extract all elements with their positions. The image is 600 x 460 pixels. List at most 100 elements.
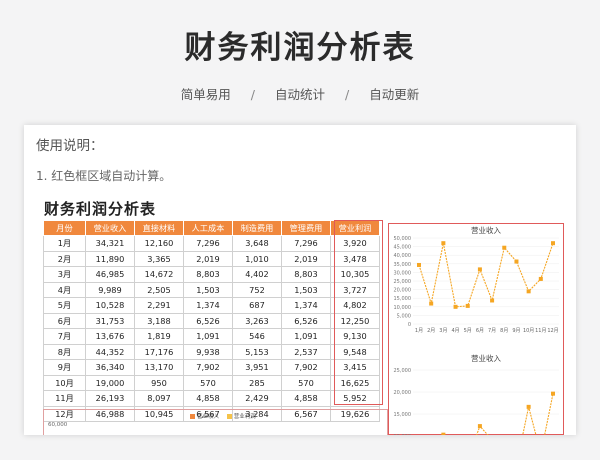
value-cell[interactable]: 10,528	[85, 297, 135, 314]
value-cell[interactable]: 9,989	[85, 281, 135, 298]
month-cell[interactable]: 5月	[43, 297, 86, 314]
y-tick-label: 20,000	[394, 390, 412, 396]
y-tick-label: 50,000	[394, 236, 412, 242]
value-cell[interactable]: 17,176	[134, 343, 184, 360]
value-cell[interactable]: 44,352	[85, 343, 135, 360]
x-tick-label: 4月	[451, 328, 459, 334]
value-cell[interactable]: 8,803	[281, 266, 331, 283]
month-cell[interactable]: 9月	[43, 359, 86, 376]
month-cell[interactable]: 11月	[43, 390, 86, 407]
value-cell[interactable]: 1,374	[183, 297, 233, 314]
value-cell[interactable]: 570	[183, 374, 233, 391]
value-cell[interactable]: 36,340	[85, 359, 135, 376]
value-cell[interactable]: 3,263	[232, 312, 282, 329]
y-tick-label: 5,000	[397, 313, 411, 319]
value-cell[interactable]: 34,321	[85, 235, 135, 252]
value-cell[interactable]: 2,429	[232, 390, 282, 407]
value-cell[interactable]: 752	[232, 281, 282, 298]
value-cell[interactable]: 2,537	[281, 343, 331, 360]
value-cell[interactable]: 687	[232, 297, 282, 314]
data-point	[551, 241, 555, 246]
month-cell[interactable]: 10月	[43, 374, 86, 391]
month-cell[interactable]: 1月	[43, 235, 86, 252]
value-cell[interactable]: 285	[232, 374, 282, 391]
hero-banner: 财务利润分析表 简单易用 / 自动统计 / 自动更新	[0, 0, 600, 125]
value-cell[interactable]: 2,291	[134, 297, 184, 314]
legend-profit: 营业利润	[233, 414, 256, 420]
month-cell[interactable]: 6月	[43, 312, 86, 329]
value-cell[interactable]: 570	[281, 374, 331, 391]
value-cell[interactable]: 2,019	[183, 250, 233, 267]
value-cell[interactable]: 3,415	[330, 359, 380, 376]
value-cell[interactable]: 8,097	[134, 390, 184, 407]
value-cell[interactable]: 9,938	[183, 343, 233, 360]
value-cell[interactable]: 4,802	[330, 297, 380, 314]
value-cell[interactable]: 3,951	[232, 359, 282, 376]
value-cell[interactable]: 3,188	[134, 312, 184, 329]
value-cell[interactable]: 3,478	[330, 250, 380, 267]
header-profit: 营业利润	[330, 220, 380, 236]
value-cell[interactable]: 14,672	[134, 266, 184, 283]
month-cell[interactable]: 3月	[43, 266, 86, 283]
value-cell[interactable]: 10,305	[330, 266, 380, 283]
value-cell[interactable]: 1,819	[134, 328, 184, 345]
value-cell[interactable]: 9,548	[330, 343, 380, 360]
table-row: 6月 31,753 3,188 6,526 3,263 6,526 12,250	[43, 312, 380, 329]
value-cell[interactable]: 13,170	[134, 359, 184, 376]
value-cell[interactable]: 950	[134, 374, 184, 391]
value-cell[interactable]: 1,091	[281, 328, 331, 345]
value-cell[interactable]: 8,803	[183, 266, 233, 283]
value-cell[interactable]: 3,648	[232, 235, 282, 252]
value-cell[interactable]: 2,019	[281, 250, 331, 267]
month-cell[interactable]: 8月	[43, 343, 86, 360]
month-cell[interactable]: 7月	[43, 328, 86, 345]
value-cell[interactable]: 1,374	[281, 297, 331, 314]
chart-legend: 营业收入 营业利润	[184, 412, 256, 420]
value-cell[interactable]: 9,130	[330, 328, 380, 345]
value-cell[interactable]: 11,890	[85, 250, 135, 267]
value-cell[interactable]: 3,727	[330, 281, 380, 298]
y-tick-label: 10,000	[394, 305, 412, 311]
value-cell[interactable]: 2,505	[134, 281, 184, 298]
value-cell[interactable]: 5,153	[232, 343, 282, 360]
value-cell[interactable]: 3,365	[134, 250, 184, 267]
month-cell[interactable]: 4月	[43, 281, 86, 298]
legend-revenue: 营业收入	[197, 414, 220, 420]
value-cell[interactable]: 546	[232, 328, 282, 345]
value-cell[interactable]: 7,296	[183, 235, 233, 252]
value-cell[interactable]: 4,858	[281, 390, 331, 407]
value-cell[interactable]: 6,526	[183, 312, 233, 329]
table-row: 3月 46,985 14,672 8,803 4,402 8,803 10,305	[43, 266, 380, 283]
value-cell[interactable]: 12,160	[134, 235, 184, 252]
value-cell[interactable]: 6,526	[281, 312, 331, 329]
data-point	[441, 241, 446, 246]
value-cell[interactable]: 4,402	[232, 266, 282, 283]
value-cell[interactable]: 4,858	[183, 390, 233, 407]
value-cell[interactable]: 3,920	[330, 235, 380, 252]
value-cell[interactable]: 7,296	[281, 235, 331, 252]
value-cell[interactable]: 1,503	[281, 281, 331, 298]
value-cell[interactable]: 46,985	[85, 266, 135, 283]
value-cell[interactable]: 5,952	[330, 390, 380, 407]
value-cell[interactable]: 1,503	[183, 281, 233, 298]
header-revenue: 营业收入	[85, 220, 135, 236]
auto-charts-frame: 营业收入 0 5,000 10,000 15,000 20,000 25,000 30,000…	[388, 223, 564, 435]
value-cell[interactable]: 1,091	[183, 328, 233, 345]
table-header-row: 月份 营业收入 直接材料 人工成本 制造费用 管理费用 营业利润	[43, 220, 380, 236]
value-cell[interactable]: 13,676	[85, 328, 135, 345]
month-cell[interactable]: 2月	[43, 250, 86, 267]
bar-chart-preview: 营业收入 营业利润 60,000	[43, 409, 388, 435]
value-cell[interactable]: 12,250	[330, 312, 380, 329]
value-cell[interactable]: 26,193	[85, 390, 135, 407]
value-cell[interactable]: 19,000	[85, 374, 135, 391]
table-row: 5月 10,528 2,291 1,374 687 1,374 4,802	[43, 297, 380, 314]
taglines: 简单易用 / 自动统计 / 自动更新	[0, 84, 600, 103]
value-cell[interactable]: 31,753	[85, 312, 135, 329]
tagline-stats: 自动统计	[274, 87, 325, 102]
value-cell[interactable]: 7,902	[281, 359, 331, 376]
line-charts: 营业收入 0 5,000 10,000 15,000 20,000 25,000 30,000…	[394, 225, 559, 435]
value-cell[interactable]: 1,010	[232, 250, 282, 267]
value-cell[interactable]: 16,625	[330, 374, 380, 391]
data-point	[514, 259, 519, 264]
value-cell[interactable]: 7,902	[183, 359, 233, 376]
